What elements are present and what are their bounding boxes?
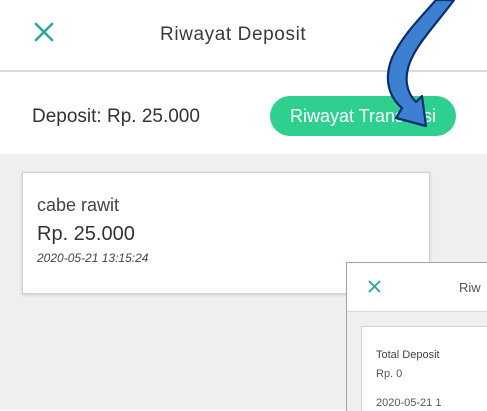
- popup-title: Riw: [459, 280, 481, 295]
- page-title: Riwayat Deposit: [160, 24, 307, 45]
- close-icon[interactable]: [367, 279, 382, 294]
- list-item[interactable]: Total Deposit Rp. 0 2020-05-21 1: [361, 326, 487, 411]
- item-amount: Rp. 25.000: [37, 223, 135, 245]
- item-label: Total Deposit: [376, 349, 440, 361]
- item-amount: Rp. 0: [376, 368, 403, 380]
- close-icon[interactable]: [32, 20, 56, 44]
- item-timestamp: 2020-05-21 1: [376, 397, 442, 409]
- popup-list: Total Deposit Rp. 0 2020-05-21 1: [347, 312, 487, 411]
- item-name: cabe rawit: [37, 195, 120, 215]
- item-timestamp: 2020-05-21 13:15:24: [37, 251, 149, 265]
- deposit-total-label: Deposit: Rp. 25.000: [32, 106, 200, 127]
- popup-header: Riw: [347, 263, 487, 312]
- inset-screenshot-popup: Riw Total Deposit Rp. 0 2020-05-21 1: [346, 262, 487, 411]
- curved-arrow-icon: [386, 0, 456, 128]
